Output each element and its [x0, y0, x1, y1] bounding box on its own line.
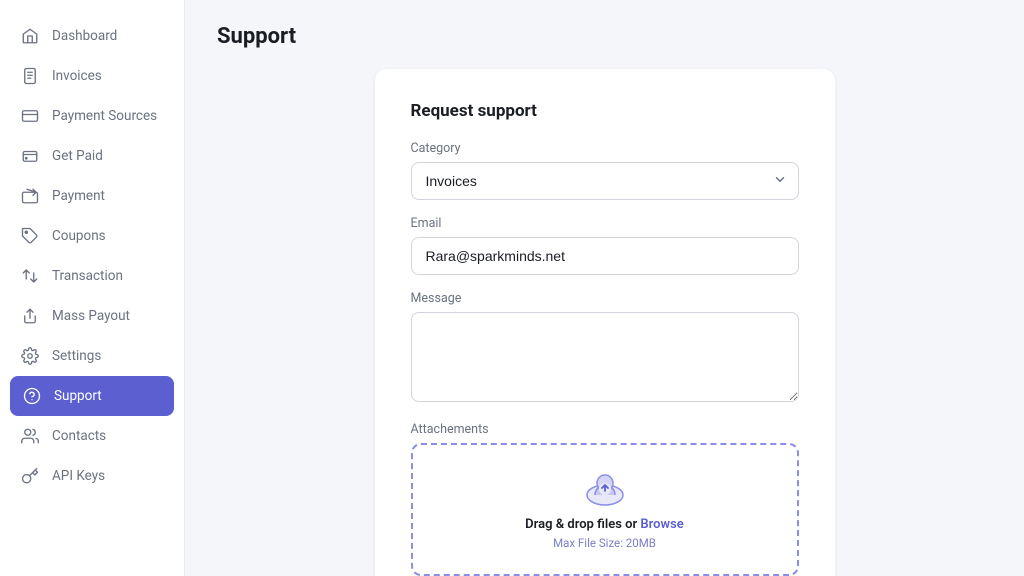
sidebar-item-label: Dashboard [52, 28, 117, 44]
get-paid-icon [20, 146, 40, 166]
sidebar-item-invoices[interactable]: Invoices [0, 56, 184, 96]
sidebar-item-label: Payment [52, 188, 105, 204]
sidebar-item-payment-sources[interactable]: Payment Sources [0, 96, 184, 136]
contacts-icon [20, 426, 40, 446]
transaction-icon [20, 266, 40, 286]
card-title: Request support [411, 101, 799, 121]
email-label: Email [411, 216, 799, 231]
attachments-dropzone[interactable]: Drag & drop files or Browse Max File Siz… [411, 443, 799, 576]
sidebar-item-label: Mass Payout [52, 308, 130, 324]
sidebar: Dashboard Invoices Payment Sources [0, 0, 185, 576]
attachments-label: Attachements [411, 422, 799, 437]
drag-drop-text: Drag & drop files or Browse [429, 517, 781, 532]
payment-icon [20, 186, 40, 206]
coupons-icon [20, 226, 40, 246]
main-content: Support Request support Category Invoice… [185, 0, 1024, 576]
sidebar-item-label: API Keys [52, 468, 105, 484]
sidebar-item-contacts[interactable]: Contacts [0, 416, 184, 456]
sidebar-item-label: Coupons [52, 228, 106, 244]
support-icon [22, 386, 42, 406]
page-title: Support [217, 24, 992, 49]
api-keys-icon [20, 466, 40, 486]
sidebar-item-dashboard[interactable]: Dashboard [0, 16, 184, 56]
sidebar-item-coupons[interactable]: Coupons [0, 216, 184, 256]
sidebar-item-mass-payout[interactable]: Mass Payout [0, 296, 184, 336]
message-label: Message [411, 291, 799, 306]
sidebar-item-settings[interactable]: Settings [0, 336, 184, 376]
email-group: Email [411, 216, 799, 275]
settings-icon [20, 346, 40, 366]
sidebar-item-label: Transaction [52, 268, 123, 284]
attachments-group: Attachements Drag & drop files or Browse… [411, 422, 799, 576]
category-label: Category [411, 141, 799, 156]
message-textarea[interactable] [411, 312, 799, 402]
sidebar-item-get-paid[interactable]: Get Paid [0, 136, 184, 176]
category-select[interactable]: Invoices Payment Technical Other [411, 162, 799, 200]
sidebar-item-label: Payment Sources [52, 108, 157, 124]
home-icon [20, 26, 40, 46]
support-card: Request support Category Invoices Paymen… [375, 69, 835, 576]
upload-cloud-icon [429, 469, 781, 509]
sidebar-item-label: Invoices [52, 68, 102, 84]
max-size-text: Max File Size: 20MB [429, 536, 781, 550]
category-select-wrapper: Invoices Payment Technical Other [411, 162, 799, 200]
invoice-icon [20, 66, 40, 86]
sidebar-item-api-keys[interactable]: API Keys [0, 456, 184, 496]
sidebar-item-label: Support [54, 388, 102, 404]
sidebar-item-payment[interactable]: Payment [0, 176, 184, 216]
sidebar-item-transaction[interactable]: Transaction [0, 256, 184, 296]
sidebar-item-support[interactable]: Support [10, 376, 174, 416]
email-field[interactable] [411, 237, 799, 275]
mass-payout-icon [20, 306, 40, 326]
category-group: Category Invoices Payment Technical Othe… [411, 141, 799, 200]
message-group: Message [411, 291, 799, 406]
sidebar-item-label: Contacts [52, 428, 106, 444]
sidebar-item-label: Get Paid [52, 148, 103, 164]
browse-link[interactable]: Browse [640, 517, 683, 532]
payment-sources-icon [20, 106, 40, 126]
sidebar-item-label: Settings [52, 348, 101, 364]
